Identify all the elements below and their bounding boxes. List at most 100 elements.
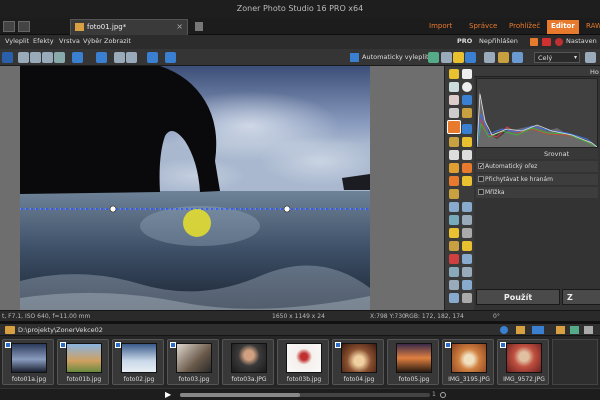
stamp-icon[interactable]	[462, 176, 472, 186]
auto-crop-checkbox[interactable]: ✓	[478, 163, 484, 170]
auto-level-button[interactable]: Automaticky vyleplit	[350, 52, 429, 63]
filmstrip-more[interactable]	[552, 339, 598, 385]
menu-vrstva[interactable]: Vrstva	[59, 37, 80, 45]
frame-icon[interactable]	[54, 52, 65, 63]
thumbnail[interactable]: IMG_9572.JPG	[497, 339, 549, 385]
lasso-icon[interactable]	[449, 202, 459, 212]
app-menu-icon-2[interactable]	[18, 21, 30, 32]
snap-edges-checkbox[interactable]	[478, 176, 484, 182]
pen-icon[interactable]	[449, 241, 459, 251]
cancel-button[interactable]: Z	[562, 289, 600, 305]
dodge-icon[interactable]	[449, 293, 459, 303]
frame-tool-icon[interactable]	[462, 215, 472, 225]
photo-canvas[interactable]	[20, 66, 370, 310]
burn-icon[interactable]	[462, 280, 472, 290]
folder-open-icon[interactable]	[516, 326, 525, 334]
blur-icon[interactable]	[449, 267, 459, 277]
grid-checkbox[interactable]	[478, 189, 484, 195]
select-rect-icon[interactable]	[462, 69, 472, 79]
sponge-icon[interactable]	[462, 293, 472, 303]
grid-view-icon[interactable]	[584, 326, 593, 334]
list-view-icon[interactable]	[570, 326, 579, 334]
menu-efekty[interactable]: Efekty	[33, 37, 54, 45]
clone-icon[interactable]	[449, 189, 459, 199]
path-value[interactable]: D:\projekty\ZonerVekce02	[18, 326, 103, 334]
view-single-icon[interactable]	[147, 52, 158, 63]
picker-icon[interactable]	[462, 150, 472, 160]
rotate-left-icon[interactable]	[114, 52, 125, 63]
thumbnail[interactable]: foto05.jpg	[387, 339, 439, 385]
help-icon[interactable]	[465, 52, 476, 63]
zoom-out-icon[interactable]	[440, 392, 446, 398]
close-icon[interactable]: ×	[176, 22, 183, 31]
perspective-icon[interactable]	[449, 137, 459, 147]
apply-button[interactable]: Použít	[476, 289, 560, 305]
layers-icon[interactable]	[42, 52, 53, 63]
copy-icon[interactable]	[18, 52, 29, 63]
app-menu-icon[interactable]	[3, 21, 15, 32]
scrollbar-thumb[interactable]	[180, 393, 300, 397]
sort-icon[interactable]	[532, 326, 544, 334]
palette-icon[interactable]	[498, 52, 509, 63]
fill-icon[interactable]	[462, 137, 472, 147]
option-grid[interactable]: Mřížka	[476, 187, 598, 198]
redo-icon[interactable]	[96, 52, 107, 63]
back-icon[interactable]	[2, 52, 13, 63]
settings-label[interactable]: Nastaven	[566, 37, 597, 45]
redeye-icon[interactable]	[449, 254, 459, 264]
straighten-icon[interactable]	[447, 120, 461, 134]
layer-icon[interactable]	[462, 124, 472, 134]
tab-spravce[interactable]: Správce	[465, 20, 501, 34]
bulb-icon[interactable]	[453, 52, 464, 63]
tab-raw[interactable]: RAW	[582, 20, 600, 34]
crop-icon[interactable]	[449, 108, 459, 118]
folder-icon[interactable]	[5, 326, 15, 334]
view-compare-icon[interactable]	[165, 52, 176, 63]
text-icon[interactable]	[449, 150, 459, 160]
menu-zobrazit[interactable]: Zobrazit	[104, 37, 131, 45]
monitor-icon[interactable]	[512, 52, 523, 63]
play-icon[interactable]: ▶	[165, 390, 171, 399]
grid-icon[interactable]	[484, 52, 495, 63]
thumbnail[interactable]: foto03.jpg	[167, 339, 219, 385]
gradient-icon[interactable]	[449, 215, 459, 225]
info-icon[interactable]	[441, 52, 452, 63]
mask-icon[interactable]	[462, 108, 472, 118]
hand-icon[interactable]	[449, 95, 459, 105]
noise-icon[interactable]	[462, 267, 472, 277]
eraser-icon[interactable]	[449, 176, 459, 186]
rotate-right-icon[interactable]	[126, 52, 137, 63]
shape-icon[interactable]	[449, 228, 459, 238]
thumbs-icon[interactable]	[556, 326, 565, 334]
select-color-icon[interactable]	[462, 95, 472, 105]
thumbnail[interactable]: foto03b.jpg	[277, 339, 329, 385]
tab-import[interactable]: Import	[425, 20, 456, 34]
refresh-icon[interactable]	[500, 326, 508, 334]
undo-icon[interactable]	[72, 52, 83, 63]
thumbnail[interactable]: foto03a.JPG	[222, 339, 274, 385]
thumbnail[interactable]: foto02.jpg	[112, 339, 164, 385]
settings-icon[interactable]	[555, 38, 563, 46]
curve-icon[interactable]	[462, 202, 472, 212]
brush-icon[interactable]	[449, 163, 459, 173]
zoom-select[interactable]: Celý ▾	[534, 52, 580, 63]
thumbnail[interactable]: IMG_3195.JPG	[442, 339, 494, 385]
filmstrip-scrollbar[interactable]	[180, 393, 430, 397]
tilt-icon[interactable]	[462, 254, 472, 264]
menu-vyber[interactable]: Výběr	[83, 37, 102, 45]
new-tab-icon[interactable]	[195, 22, 203, 31]
login-status[interactable]: Nepřihlášen	[479, 37, 518, 45]
option-snap-edges[interactable]: Přichytávat ke hranám	[476, 174, 598, 185]
heal-icon[interactable]	[462, 163, 472, 173]
tab-document[interactable]: foto01.jpg* ×	[70, 19, 188, 35]
cart-icon[interactable]	[542, 38, 551, 46]
paste-icon[interactable]	[30, 52, 41, 63]
histogram-icon[interactable]	[428, 52, 439, 63]
thumbnail[interactable]: foto04.jpg	[332, 339, 384, 385]
rss-icon[interactable]	[530, 38, 538, 46]
option-auto-crop[interactable]: ✓ Automatický ořez	[476, 161, 598, 172]
fullscreen-icon[interactable]	[585, 52, 596, 63]
tab-editor[interactable]: Editor	[547, 20, 579, 34]
menu-vyleplit[interactable]: Vyleplit	[5, 37, 29, 45]
zoom-icon[interactable]	[449, 82, 459, 92]
